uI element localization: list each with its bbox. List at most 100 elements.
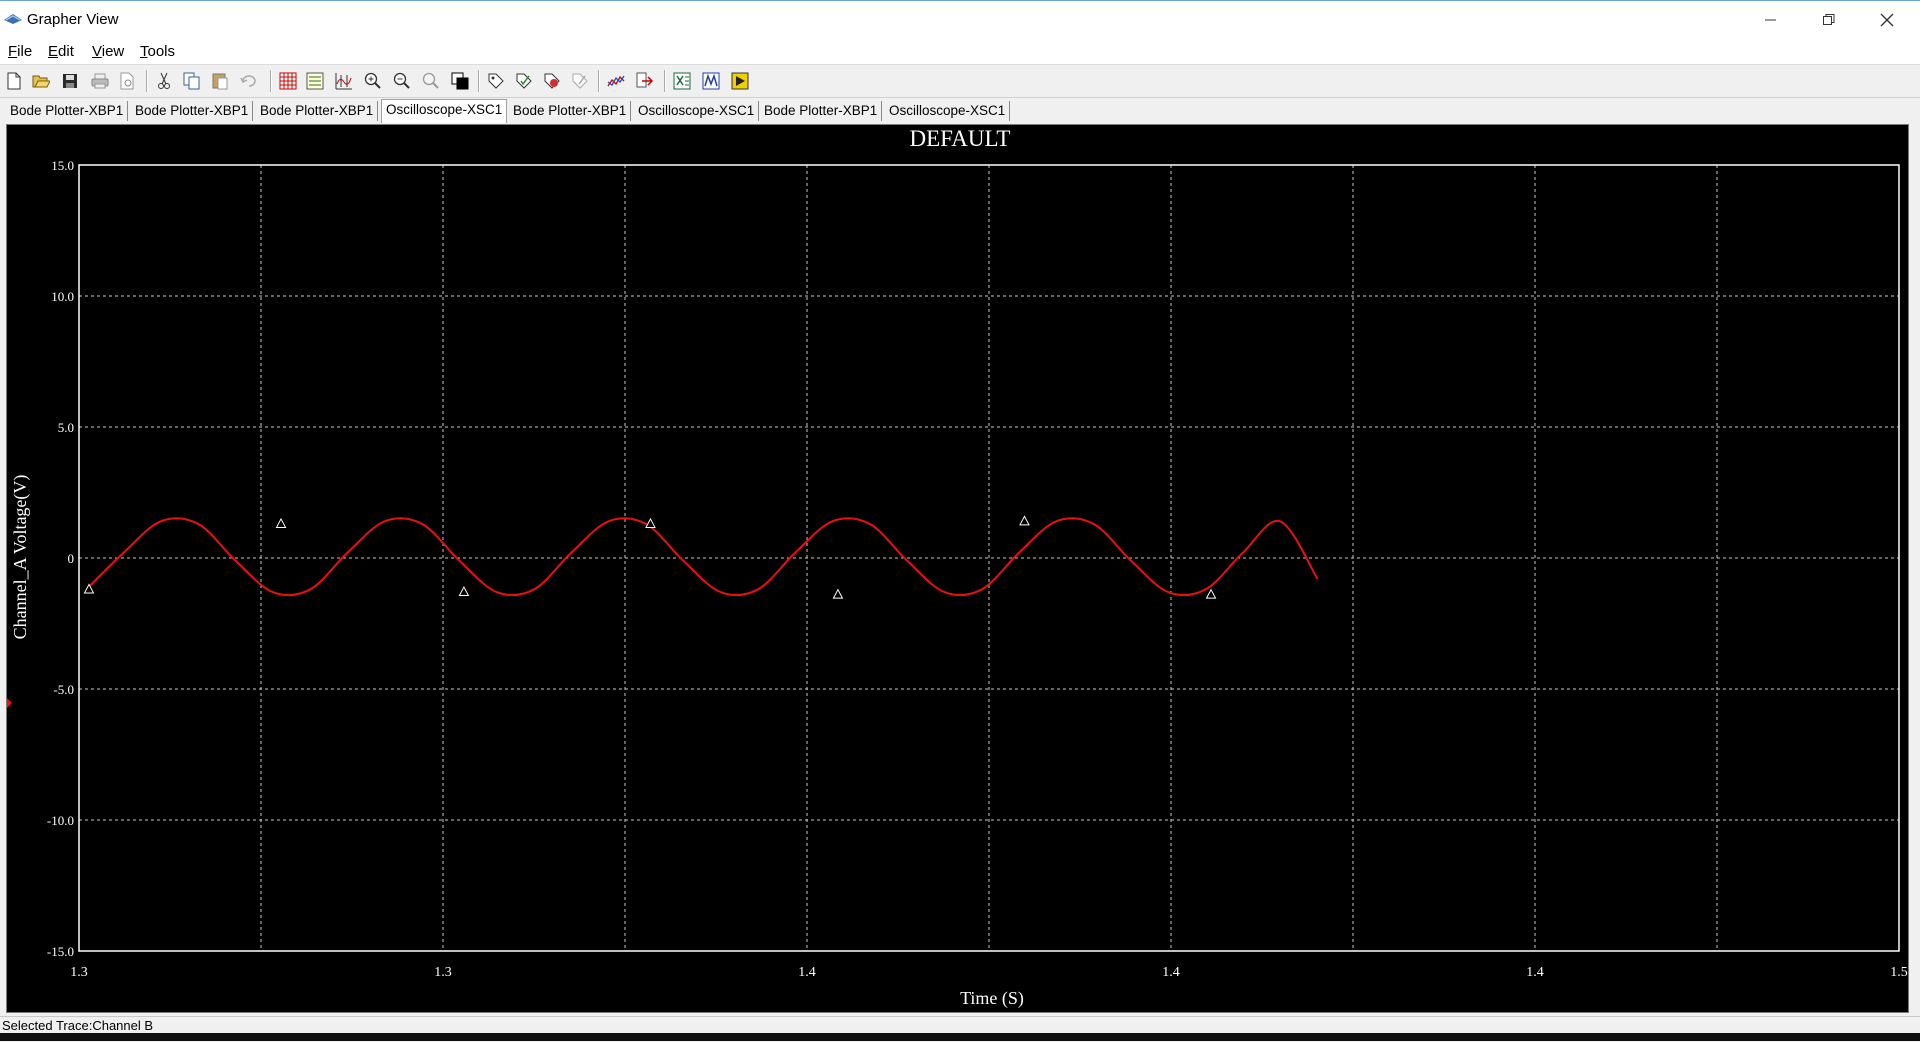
app-icon [4,14,22,24]
y-tick-label: -5.0 [53,682,74,697]
chart-svg: DEFAULT Time (S) Channel_A Voltage(V) 15… [7,126,1908,1009]
menu-view[interactable]: View [92,43,124,60]
graph-area[interactable]: DEFAULT Time (S) Channel_A Voltage(V) 15… [6,124,1909,1013]
export-labview-button[interactable] [728,69,752,93]
tab-oscilloscope-3[interactable]: Oscilloscope-XSC1 [885,101,1011,121]
y-tick-label: 0 [68,551,75,566]
open-button[interactable] [29,69,53,93]
tab-bode-plotter-3[interactable]: Bode Plotter-XBP1 [256,101,379,121]
export-excel-icon [673,72,691,90]
export-icon [636,72,654,88]
save-icon [63,74,77,88]
window-title: Grapher View [27,11,119,28]
export-excel-button[interactable] [670,69,694,93]
new-file-button[interactable] [2,69,26,93]
save-button[interactable] [58,69,82,93]
open-folder-icon [32,75,50,88]
tab-bode-plotter-5[interactable]: Bode Plotter-XBP1 [760,101,883,121]
reverse-colors-button[interactable] [448,69,472,93]
status-text: Selected Trace:Channel B [2,1018,154,1033]
undo-button[interactable] [237,69,261,93]
toolbar-separator [270,70,272,92]
close-icon [1880,13,1894,27]
close-button[interactable] [1858,1,1916,39]
reverse-colors-icon [451,72,469,90]
add-trace-icon [544,73,560,89]
y-tick-label: 5.0 [58,420,74,435]
page-properties-button[interactable] [512,69,536,93]
taskbar-strip [0,1033,1920,1041]
zoom-full-button[interactable] [419,69,443,93]
remove-trace-button[interactable] [568,69,592,93]
zoom-out-button[interactable] [390,69,414,93]
tab-bode-plotter-1[interactable]: Bode Plotter-XBP1 [6,101,129,121]
grid-toggle-button[interactable] [276,69,300,93]
print-button[interactable] [88,69,112,93]
cut-button[interactable] [152,69,176,93]
legend-toggle-icon [306,72,324,90]
minimize-button[interactable] [1742,1,1800,39]
grid-toggle-icon [279,72,297,90]
undo-icon [240,75,256,87]
print-preview-button[interactable] [115,69,139,93]
export-button[interactable] [633,69,657,93]
y-tick-label: -10.0 [47,813,74,828]
zoom-in-icon [364,72,381,89]
grid-lines [79,165,1899,951]
page-tabs: Bode Plotter-XBP1 Bode Plotter-XBP1 Bode… [0,99,1920,123]
minimize-icon [1765,19,1776,21]
print-icon [91,73,109,89]
toolbar-separator [664,70,666,92]
trace-marker-triangle [458,585,470,597]
tab-bode-plotter-4[interactable]: Bode Plotter-XBP1 [509,101,632,121]
toolbar [0,65,1920,98]
menu-bar: File Edit View Tools [0,38,1920,65]
x-tick-label: 1.5 [1890,965,1908,980]
copy-icon [183,72,200,90]
x-tick-label: 1.4 [798,965,816,980]
toolbar-separator [146,70,148,92]
cursors-icon [335,73,352,90]
y-tick-labels: 15.0 10.0 5.0 0 -5.0 -10.0 -15.0 [47,158,74,959]
y-tick-label: -15.0 [47,944,74,959]
properties-icon [488,73,504,89]
paste-icon [212,73,228,90]
tab-oscilloscope-active[interactable]: Oscilloscope-XSC1 [381,99,508,123]
page-properties-icon [516,73,532,89]
export-mathcad-button[interactable] [699,69,723,93]
overlay-traces-button[interactable] [604,69,628,93]
x-tick-labels: 1.3 1.3 1.4 1.4 1.4 1.5 [70,965,1908,980]
legend-toggle-button[interactable] [303,69,327,93]
y-tick-label: 10.0 [51,289,74,304]
chart-title: DEFAULT [910,126,1011,151]
menu-tools[interactable]: Tools [140,43,175,60]
menu-file[interactable]: File [8,43,32,60]
restore-button[interactable] [1800,1,1858,39]
x-tick-label: 1.4 [1162,965,1180,980]
selected-trace-indicator [7,698,12,708]
cursors-button[interactable] [332,69,356,93]
paste-button[interactable] [208,69,232,93]
y-tick-label: 15.0 [51,158,74,173]
zoom-in-button[interactable] [361,69,385,93]
menu-edit[interactable]: Edit [48,43,74,60]
tab-bode-plotter-2[interactable]: Bode Plotter-XBP1 [131,101,254,121]
trace-channel-a[interactable] [85,517,1319,597]
remove-trace-icon [572,73,588,89]
export-mathcad-icon [702,72,720,90]
restore-icon [1823,14,1835,25]
toolbar-separator [478,70,480,92]
zoom-full-icon [422,72,439,89]
trace-marker-triangle [832,588,844,599]
tab-oscilloscope-2[interactable]: Oscilloscope-XSC1 [634,101,760,121]
zoom-out-icon [393,72,410,89]
overlay-traces-icon [607,75,625,87]
trace-marker-triangle [1019,515,1030,526]
trace-marker-triangle [275,517,287,528]
copy-button[interactable] [180,69,204,93]
add-trace-button[interactable] [540,69,564,93]
x-tick-label: 1.3 [434,965,452,980]
export-labview-icon [731,72,749,90]
properties-button[interactable] [484,69,508,93]
x-tick-label: 1.4 [1526,965,1544,980]
